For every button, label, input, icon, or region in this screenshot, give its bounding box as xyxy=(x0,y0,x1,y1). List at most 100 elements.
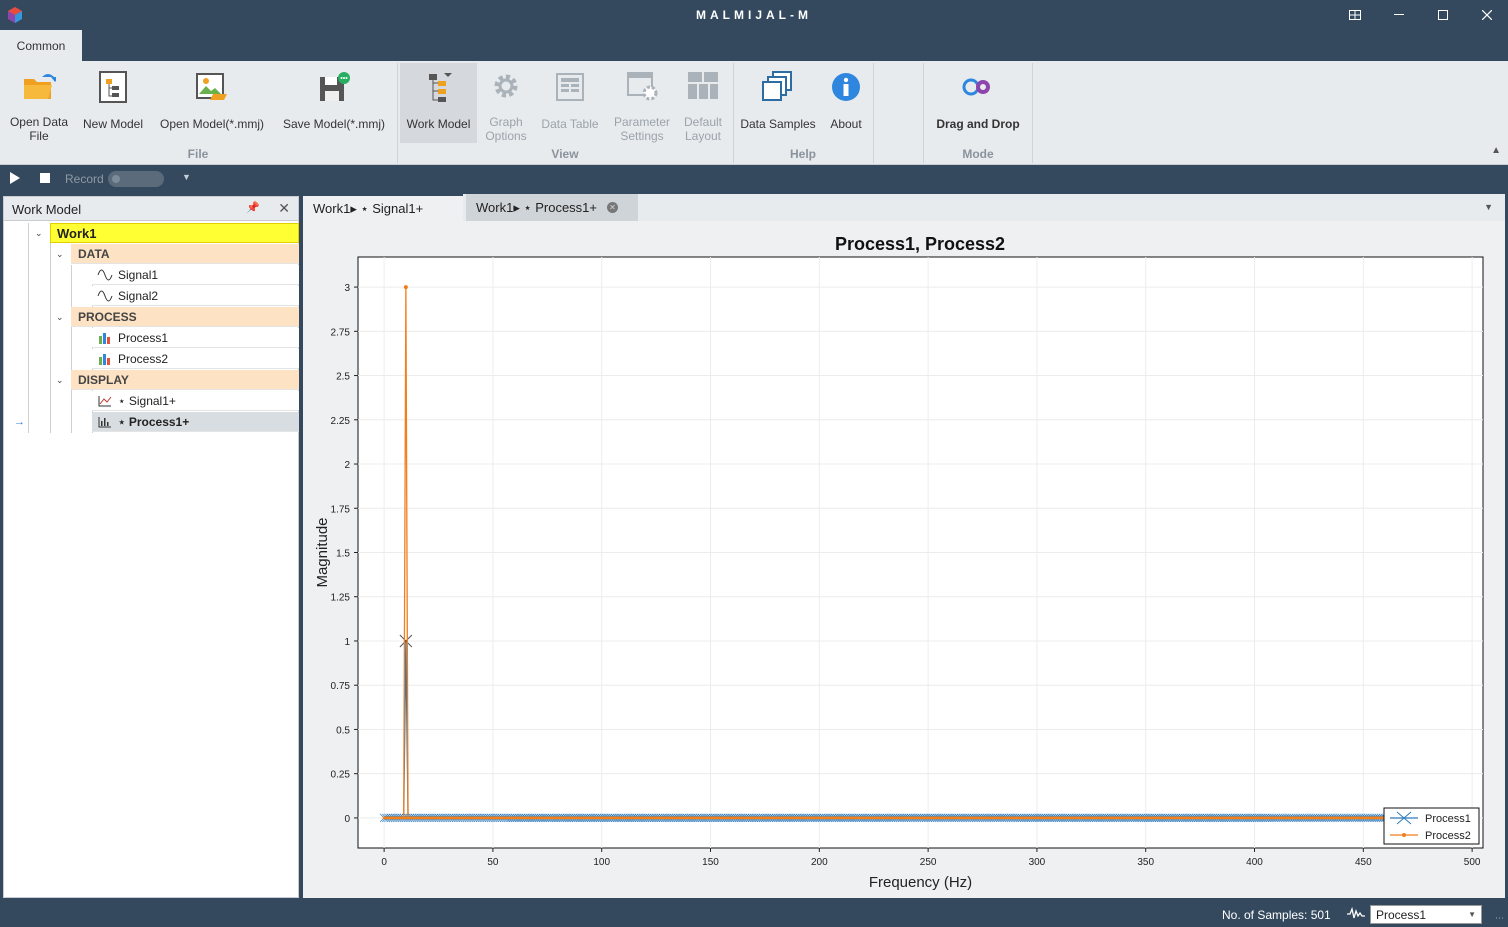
tab-signal1[interactable]: Work1▸ ⋆ Signal1+ xyxy=(303,194,463,221)
status-bar: No. of Samples: 501 Process1 ▼ ⋯ xyxy=(0,900,1508,927)
legend-label: Process1 xyxy=(1425,813,1471,825)
graph-options-button[interactable]: Graph Options xyxy=(478,63,534,143)
spectrum-chart[interactable]: Process1, Process2 0 0.25 0.5 0.75 1 1.25 1.5 1… xyxy=(303,221,1505,898)
tab-process1[interactable]: Work1▸ ⋆ Process1+ ✕ xyxy=(466,194,638,221)
settings-window-icon xyxy=(624,67,660,105)
group-label-view: View xyxy=(551,147,579,161)
new-model-icon xyxy=(95,67,131,107)
close-panel-icon[interactable]: ✕ xyxy=(278,200,290,217)
work-model-icon xyxy=(421,67,457,107)
open-folder-icon xyxy=(21,67,57,105)
tree-item-signal1[interactable]: Signal1 xyxy=(92,265,299,285)
tree-item-signal2[interactable]: Signal2 xyxy=(92,286,299,306)
tab-label: Work1▸ ⋆ Process1+ xyxy=(476,199,597,215)
ribbon-separator xyxy=(1032,63,1033,163)
tree-group-data[interactable]: DATA xyxy=(71,244,299,264)
play-icon[interactable] xyxy=(10,172,20,184)
panel-title: Work Model xyxy=(12,202,82,217)
sine-wave-icon xyxy=(96,289,114,303)
y-tick-label: 0.25 xyxy=(331,770,351,781)
pin-icon[interactable]: 📌 xyxy=(246,201,260,214)
tree-item-process1-display[interactable]: ⋆ Process1+ xyxy=(92,412,299,432)
new-model-button[interactable]: New Model xyxy=(78,63,148,143)
y-tick-label: 0 xyxy=(344,814,350,825)
table-icon xyxy=(552,67,588,107)
x-axis-label: Frequency (Hz) xyxy=(869,874,972,891)
about-button[interactable]: About xyxy=(822,63,870,143)
tree-item-process1[interactable]: Process1 xyxy=(92,328,299,348)
tree-guide-line xyxy=(28,223,29,433)
waveform-icon xyxy=(1347,906,1365,922)
tabs-menu-icon[interactable]: ▼ xyxy=(1484,202,1493,212)
about-label: About xyxy=(830,117,862,131)
resize-grip-icon[interactable]: ⋯ xyxy=(1495,913,1504,924)
x-tick-label: 200 xyxy=(811,857,828,868)
title-bar: MALMIJAL-M xyxy=(0,0,1508,30)
default-layout-button[interactable]: Default Layout xyxy=(676,63,730,143)
work-model-button[interactable]: Work Model xyxy=(400,63,477,143)
tree-guide-line xyxy=(50,243,51,433)
close-tab-icon[interactable]: ✕ xyxy=(607,202,618,213)
x-tick-label: 250 xyxy=(920,857,937,868)
data-samples-button[interactable]: Data Samples xyxy=(736,63,820,143)
y-tick-label: 2.25 xyxy=(331,416,351,427)
tree-item-process2[interactable]: Process2 xyxy=(92,349,299,369)
chart-panel: Process1, Process2 0 0.25 0.5 0.75 1 1.25 1.5 1… xyxy=(303,221,1505,898)
open-model-button[interactable]: Open Model(*.mmj) xyxy=(154,63,270,143)
chevron-down-icon[interactable]: ▼ xyxy=(182,172,191,182)
save-model-button[interactable]: Save Model(*.mmj) xyxy=(276,63,392,143)
x-tick-label: 300 xyxy=(1029,857,1046,868)
chevron-down-icon[interactable]: ⌄ xyxy=(56,249,64,260)
y-tick-label: 1.5 xyxy=(336,549,350,560)
bar-chart-icon xyxy=(96,352,114,366)
tree-group-label: DISPLAY xyxy=(78,372,129,387)
drag-drop-icon xyxy=(960,67,996,107)
data-samples-icon xyxy=(760,67,796,107)
layout-icon xyxy=(685,67,721,105)
stop-icon[interactable] xyxy=(40,173,50,183)
new-model-label: New Model xyxy=(82,117,144,131)
chevron-down-icon[interactable]: ⌄ xyxy=(35,228,43,239)
line-chart-icon xyxy=(96,394,114,408)
graph-options-label: Graph Options xyxy=(485,115,527,143)
open-data-file-button[interactable]: Open Data File xyxy=(4,63,74,143)
close-icon[interactable] xyxy=(1472,4,1502,26)
x-tick-label: 350 xyxy=(1137,857,1154,868)
tree-group-label: DATA xyxy=(78,246,110,261)
restore-layout-icon[interactable] xyxy=(1340,4,1370,26)
drag-and-drop-button[interactable]: Drag and Drop xyxy=(926,63,1030,143)
tree-item-signal1-display[interactable]: ⋆ Signal1+ xyxy=(92,391,299,411)
process-select[interactable]: Process1 ▼ xyxy=(1370,905,1482,924)
tree-group-process[interactable]: PROCESS xyxy=(71,307,299,327)
spectrum-chart-icon xyxy=(96,415,114,429)
work-model-label: Work Model xyxy=(406,117,471,131)
chevron-down-icon[interactable]: ⌄ xyxy=(56,375,64,386)
minimize-icon[interactable] xyxy=(1384,4,1414,26)
drag-and-drop-label: Drag and Drop xyxy=(936,117,1020,131)
panel-header: Work Model 📌 ✕ xyxy=(4,197,298,221)
y-tick-label: 2.5 xyxy=(336,372,350,383)
x-tick-label: 150 xyxy=(702,857,719,868)
collapse-ribbon-icon[interactable]: ▲ xyxy=(1491,145,1501,156)
y-tick-label: 0.75 xyxy=(331,681,351,692)
x-tick-label: 50 xyxy=(487,857,499,868)
tree-root-label: Work1 xyxy=(57,225,97,241)
x-tick-label: 0 xyxy=(381,857,387,868)
series-markers xyxy=(382,816,1474,820)
record-label: Record xyxy=(65,172,104,186)
record-toggle[interactable] xyxy=(108,171,164,187)
ribbon-separator xyxy=(873,63,874,163)
parameter-settings-button[interactable]: Parameter Settings xyxy=(610,63,674,143)
samples-count: No. of Samples: 501 xyxy=(1222,908,1331,922)
chevron-down-icon: ▼ xyxy=(1468,910,1476,919)
current-item-arrow-icon: → xyxy=(14,416,25,428)
legend-label: Process2 xyxy=(1425,830,1471,842)
ribbon-tab-row: Common xyxy=(0,30,1508,61)
chevron-down-icon[interactable]: ⌄ xyxy=(56,312,64,323)
tab-common[interactable]: Common xyxy=(0,30,82,61)
tree-root-work1[interactable]: Work1 xyxy=(50,223,299,243)
tree-item-label: ⋆ Signal1+ xyxy=(118,393,176,408)
maximize-icon[interactable] xyxy=(1428,4,1458,26)
data-table-button[interactable]: Data Table xyxy=(536,63,604,143)
tree-group-display[interactable]: DISPLAY xyxy=(71,370,299,390)
